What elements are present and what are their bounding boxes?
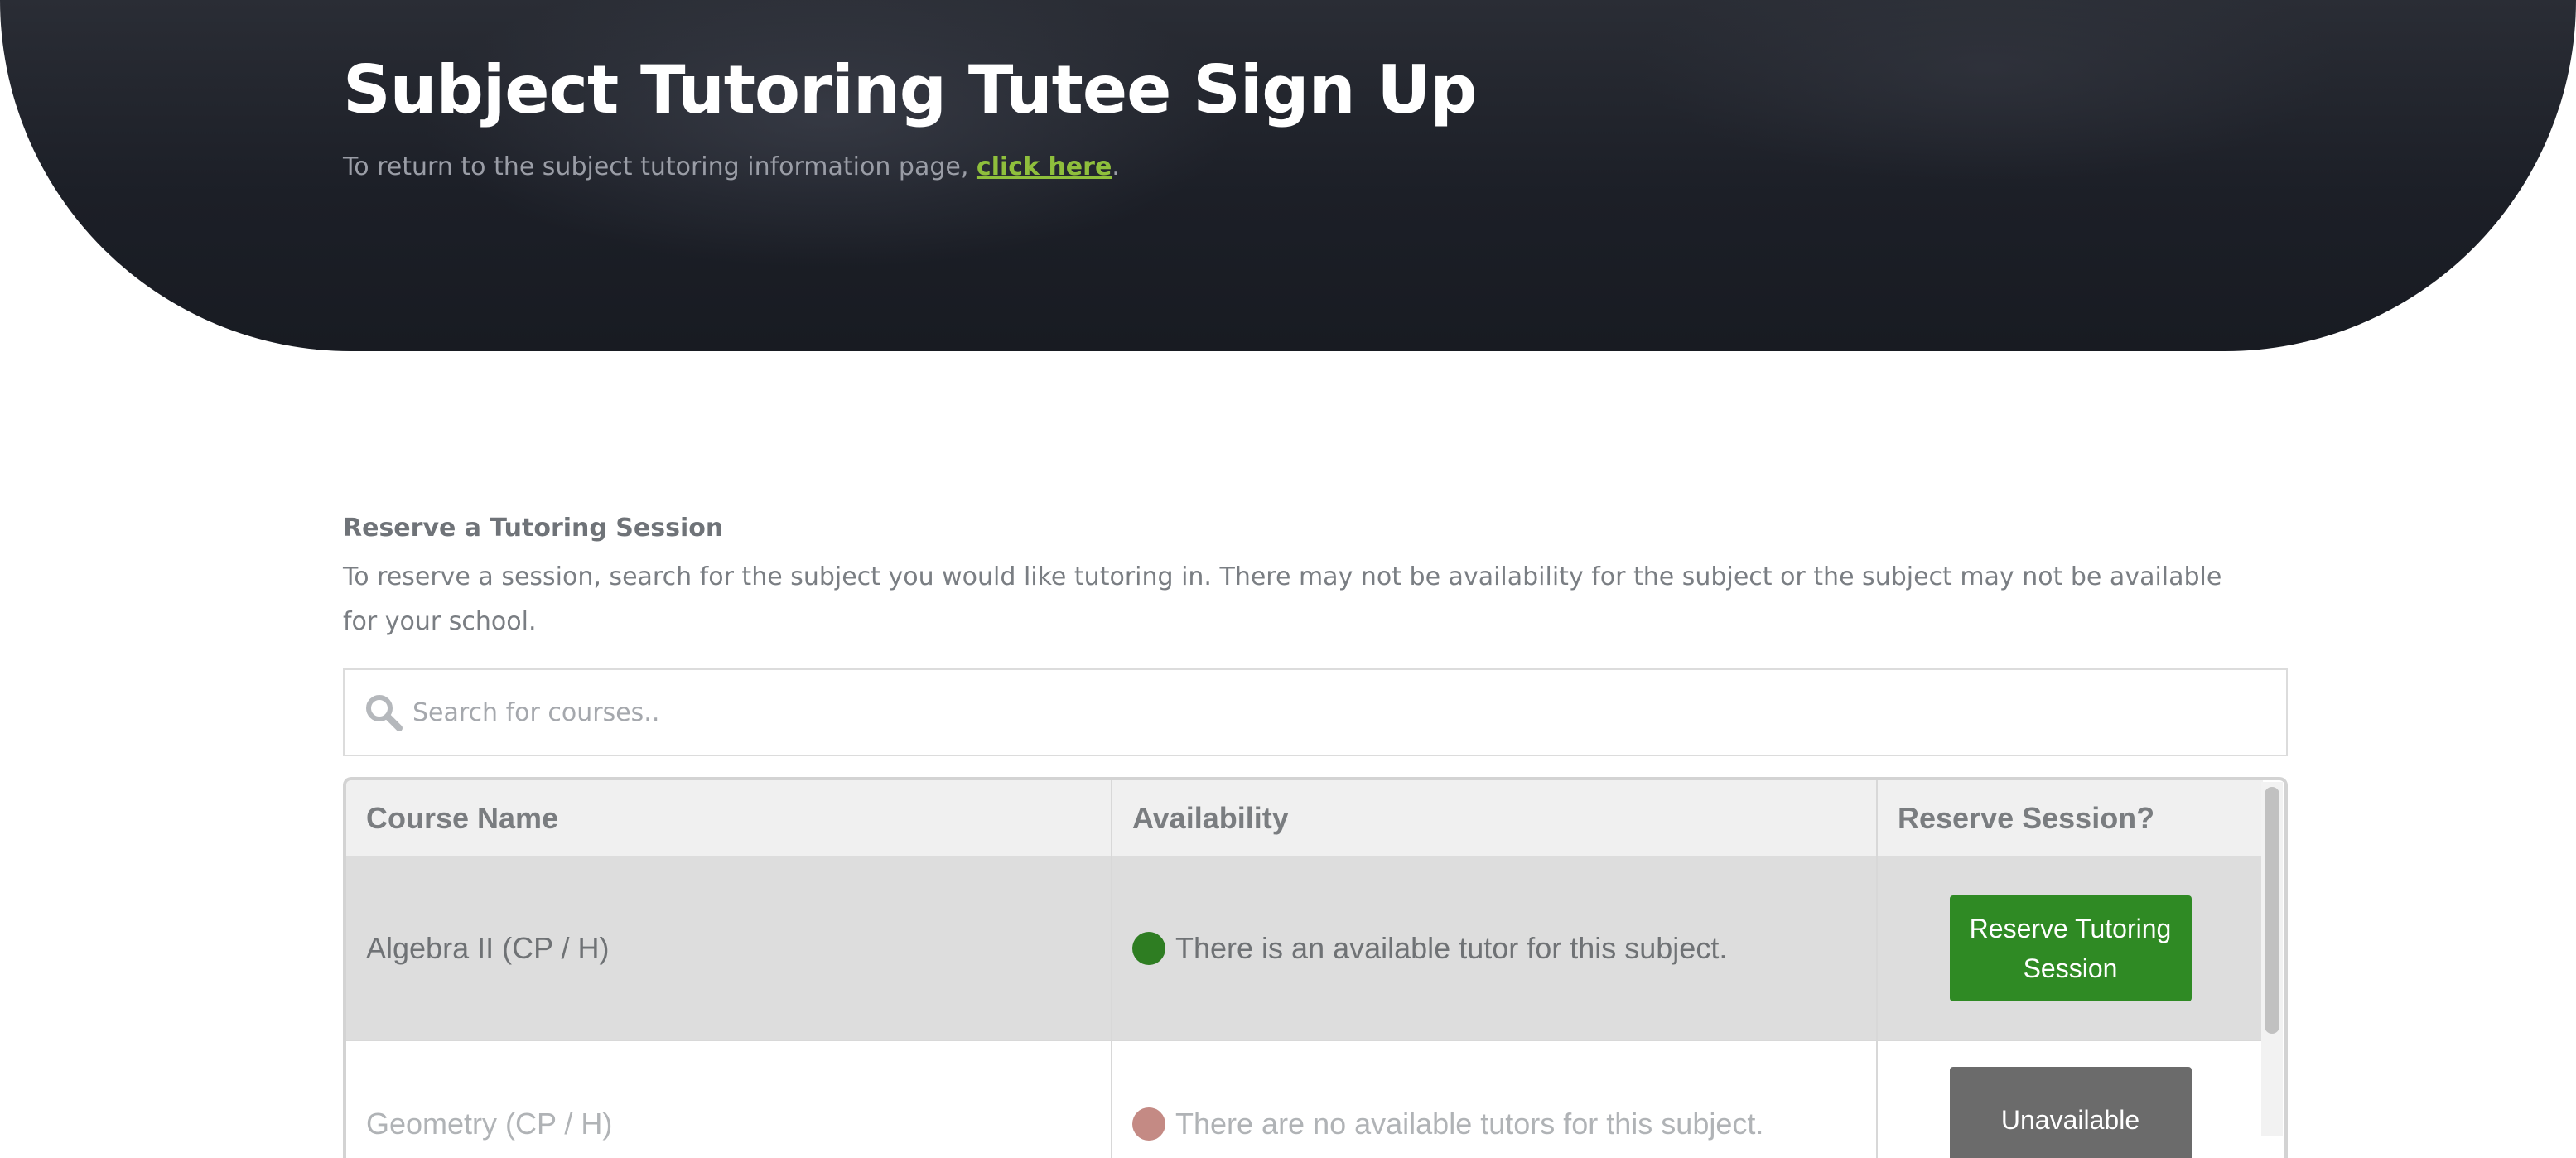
reserve-tutoring-session-button[interactable]: Reserve Tutoring Session: [1950, 895, 2192, 1001]
course-search-input[interactable]: [412, 670, 2268, 755]
course-name-cell: Algebra II (CP / H): [346, 856, 1112, 1040]
table-scrollbar[interactable]: [2261, 782, 2283, 1136]
availability-cell: There is an available tutor for this sub…: [1112, 856, 1877, 1040]
courses-table-container: Course Name Availability Reserve Session…: [343, 777, 2288, 1158]
availability-text: There is an available tutor for this sub…: [1175, 931, 1727, 966]
page-title: Subject Tutoring Tutee Sign Up: [343, 51, 1477, 128]
status-dot-unavailable-icon: [1132, 1107, 1165, 1141]
course-name-cell: Geometry (CP / H): [346, 1040, 1112, 1158]
scrollbar-thumb[interactable]: [2265, 787, 2279, 1034]
reserve-cell: Unavailable: [1877, 1040, 2263, 1158]
column-header-course-name[interactable]: Course Name: [346, 780, 1112, 856]
table-header-row: Course Name Availability Reserve Session…: [346, 780, 2263, 856]
reserve-cell: Reserve Tutoring Session: [1877, 856, 2263, 1040]
subtitle-suffix: .: [1112, 152, 1120, 181]
search-icon: [364, 693, 403, 731]
subtitle-text: To return to the subject tutoring inform…: [343, 152, 977, 181]
column-header-reserve-session[interactable]: Reserve Session?: [1877, 780, 2263, 856]
column-header-availability[interactable]: Availability: [1112, 780, 1877, 856]
courses-table: Course Name Availability Reserve Session…: [346, 780, 2263, 1158]
unavailable-button[interactable]: Unavailable: [1950, 1067, 2192, 1158]
status-dot-available-icon: [1132, 932, 1165, 965]
table-row: Algebra II (CP / H) There is an availabl…: [346, 856, 2263, 1040]
reserve-section-heading: Reserve a Tutoring Session: [343, 514, 723, 543]
header-subtitle: To return to the subject tutoring inform…: [343, 152, 1120, 181]
course-search-box: [343, 668, 2288, 756]
table-row: Geometry (CP / H) There are no available…: [346, 1040, 2263, 1158]
availability-text: There are no available tutors for this s…: [1175, 1107, 1763, 1141]
availability-cell: There are no available tutors for this s…: [1112, 1040, 1877, 1158]
reserve-section-description: To reserve a session, search for the sub…: [343, 555, 2248, 644]
info-page-link[interactable]: click here: [977, 152, 1112, 181]
page-header-banner: Subject Tutoring Tutee Sign Up To return…: [0, 0, 2576, 351]
